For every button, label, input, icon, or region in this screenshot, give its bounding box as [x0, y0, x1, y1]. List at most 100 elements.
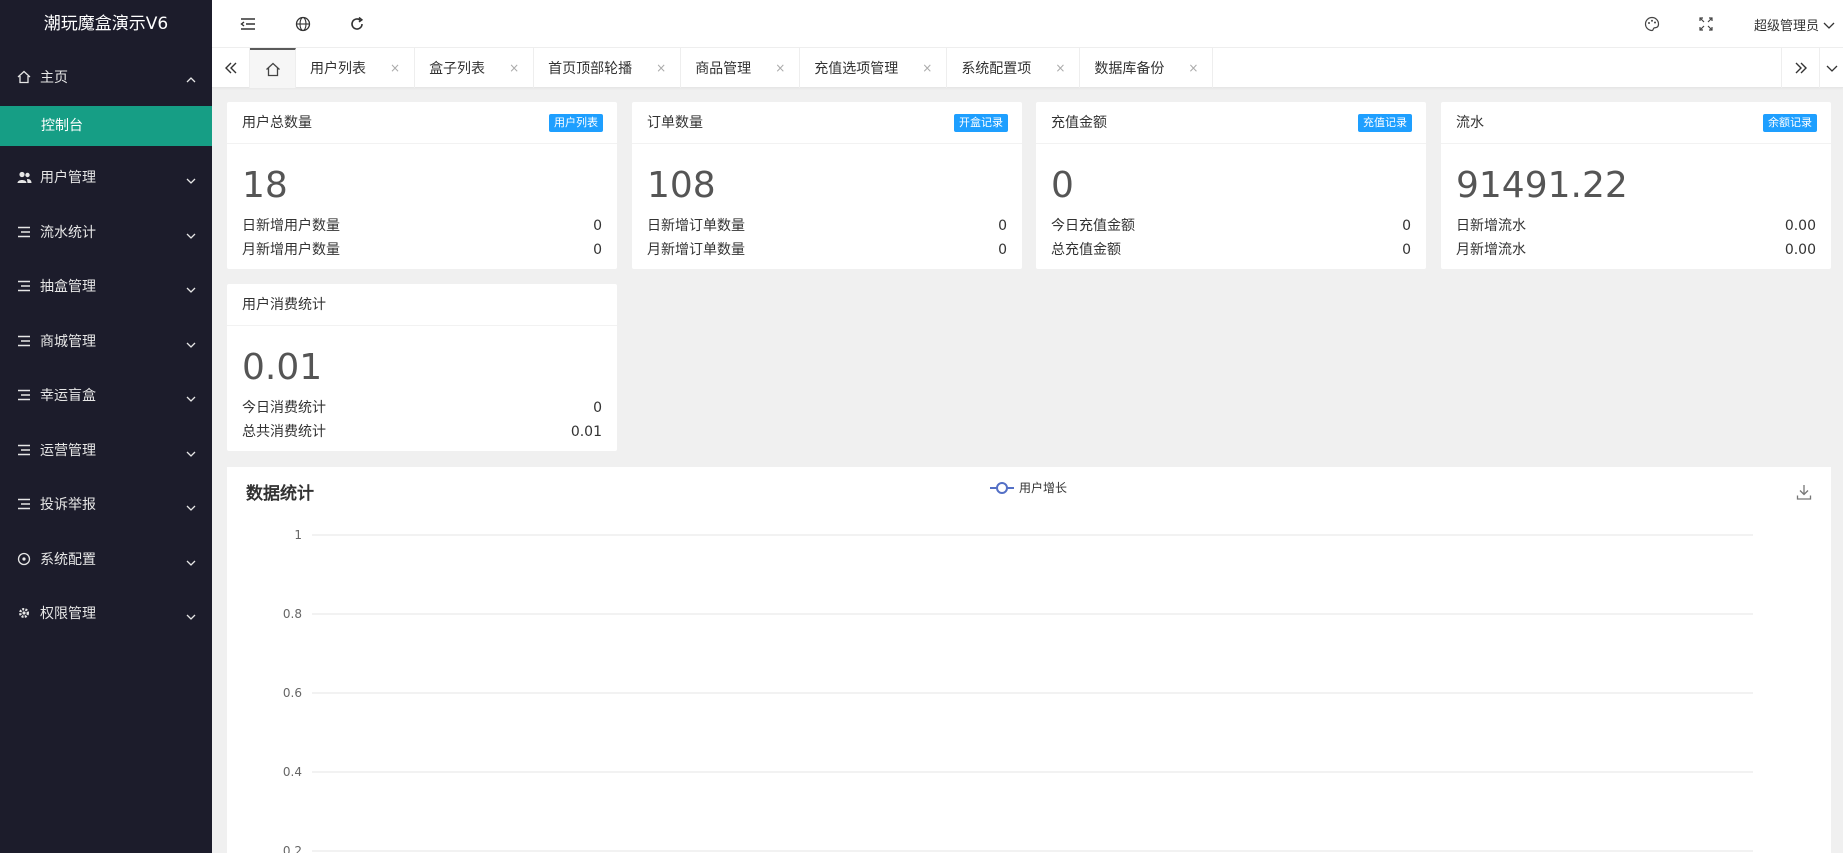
sidebar-item-3[interactable]: 抽盒管理: [0, 259, 212, 314]
sidebar: 潮玩魔盒演示V6 主页 控制台 用户管理流水统计抽盒管理商城管理 幸运盲盒运营管理…: [0, 0, 212, 853]
tab-label: 首页顶部轮播: [548, 61, 633, 77]
card-stat-row: 日新增订单数量 0: [632, 214, 1022, 238]
card-badge-link[interactable]: 用户列表: [549, 114, 603, 132]
stat-card-3: 充值金额 充值记录 0 今日充值金额 0 总充值金额 0: [1036, 102, 1426, 269]
tab-5[interactable]: 充值选项管理 ×: [800, 48, 948, 88]
sidebar-item-label: 权限管理: [40, 606, 96, 623]
theme-palette-icon[interactable]: [1642, 14, 1662, 34]
stat-label: 月新增流水: [1456, 242, 1526, 258]
chevron-down-icon: [186, 178, 196, 185]
stat-card-4: 流水 余额记录 91491.22 日新增流水 0.00 月新增流水 0.00: [1441, 102, 1831, 269]
y-tick-label: 0.8: [283, 607, 302, 621]
close-icon[interactable]: ×: [1188, 61, 1198, 75]
card-badge-link[interactable]: 充值记录: [1358, 114, 1412, 132]
card-header: 流水 余额记录: [1441, 102, 1831, 144]
chevron-down-icon: [186, 233, 196, 239]
sidebar-item-home[interactable]: 主页: [0, 48, 212, 106]
tab-label: 充值选项管理: [814, 61, 899, 77]
gear-icon: [16, 605, 32, 621]
tab-4[interactable]: 商品管理 ×: [681, 48, 801, 88]
tab-2[interactable]: 盒子列表 ×: [415, 48, 535, 88]
close-icon[interactable]: ×: [656, 61, 666, 75]
chevron-down-icon: [186, 287, 196, 294]
chevron-up-icon: [186, 77, 196, 83]
data-stats-panel: 数据统计 用户增长 1 0.8 0.6 0.4 0.2: [227, 467, 1831, 853]
stat-label: 今日充值金额: [1051, 218, 1135, 234]
y-tick-label: 0.6: [283, 686, 302, 700]
y-tick-label: 1: [294, 528, 302, 542]
top-bar: 超级管理员: [212, 0, 1843, 48]
y-tick-label: 0.2: [283, 844, 302, 853]
close-icon[interactable]: ×: [775, 61, 785, 75]
close-icon[interactable]: ×: [1055, 61, 1065, 75]
stat-value: 0: [593, 400, 602, 416]
stat-card-1: 用户总数量 用户列表 18 日新增用户数量 0 月新增用户数量 0: [227, 102, 617, 269]
sidebar-item-4[interactable]: 商城管理: [0, 314, 212, 369]
refresh-icon[interactable]: [347, 14, 367, 34]
list-icon: [16, 278, 32, 294]
sidebar-item-1[interactable]: 用户管理: [0, 150, 212, 205]
chevron-down-icon: [186, 614, 196, 621]
close-icon[interactable]: ×: [922, 61, 932, 75]
card-stat-row: 总共消费统计 0.01: [227, 420, 617, 444]
card-value: 0: [1051, 165, 1074, 206]
card-badge-link[interactable]: 余额记录: [1763, 114, 1817, 132]
sidebar-item-5[interactable]: 幸运盲盒: [0, 368, 212, 423]
tab-label: 用户列表: [310, 61, 366, 77]
sidebar-item-8[interactable]: 系统配置: [0, 532, 212, 587]
tabs-dropdown-icon[interactable]: [1819, 48, 1843, 88]
tab-7[interactable]: 数据库备份 ×: [1080, 48, 1214, 88]
card-header: 用户总数量 用户列表: [227, 102, 617, 144]
sidebar-subitem-console[interactable]: 控制台: [0, 106, 212, 146]
close-icon[interactable]: ×: [509, 61, 519, 75]
card-header: 用户消费统计: [227, 284, 617, 326]
stat-label: 总共消费统计: [242, 424, 326, 440]
admin-menu[interactable]: 超级管理员: [1754, 15, 1835, 34]
sidebar-item-label: 投诉举报: [40, 497, 96, 514]
card-title: 用户消费统计: [242, 297, 326, 313]
card-stat-row: 总充值金额 0: [1036, 238, 1426, 262]
stat-card-2: 订单数量 开盒记录 108 日新增订单数量 0 月新增订单数量 0: [632, 102, 1022, 269]
chevron-down-icon: [186, 451, 196, 457]
fullscreen-icon[interactable]: [1696, 14, 1716, 34]
tab-3[interactable]: 首页顶部轮播 ×: [534, 48, 682, 88]
stat-label: 总充值金额: [1051, 242, 1121, 258]
tab-home[interactable]: [250, 48, 296, 88]
sidebar-item-label: 流水统计: [40, 224, 96, 241]
sidebar-item-7[interactable]: 投诉举报: [0, 477, 212, 532]
stat-value: 0: [593, 242, 602, 258]
close-icon[interactable]: ×: [390, 61, 400, 75]
sidebar-item-label: 抽盒管理: [40, 279, 96, 296]
chevron-down-icon: [186, 342, 196, 348]
home-icon: [265, 62, 280, 76]
card-stat-row: 日新增用户数量 0: [227, 214, 617, 238]
stat-value: 0.00: [1784, 218, 1816, 234]
collapse-menu-icon[interactable]: [238, 14, 258, 34]
sidebar-item-6[interactable]: 运营管理: [0, 423, 212, 478]
sidebar-item-9[interactable]: 权限管理: [0, 586, 212, 641]
card-stat-row: 月新增流水 0.00: [1441, 238, 1831, 262]
tab-1[interactable]: 用户列表 ×: [296, 48, 416, 88]
globe-icon[interactable]: [293, 14, 313, 34]
tab-label: 盒子列表: [429, 61, 486, 77]
stat-value: 0: [1402, 242, 1411, 258]
card-stat-row: 今日消费统计 0: [227, 396, 617, 420]
sidebar-item-label: 系统配置: [40, 551, 96, 568]
stat-card-5: 用户消费统计 0.01 今日消费统计 0 总共消费统计 0.01: [227, 284, 617, 451]
brand-title: 潮玩魔盒演示V6: [43, 14, 169, 34]
tab-label: 数据库备份: [1094, 61, 1165, 77]
tabs-scroll-right-icon[interactable]: [1781, 48, 1819, 88]
tab-6[interactable]: 系统配置项 ×: [947, 48, 1081, 88]
card-title: 流水: [1456, 115, 1484, 131]
stat-value: 0.01: [570, 424, 602, 440]
chevron-down-icon: [1823, 22, 1835, 29]
tabs-scroll-left-icon[interactable]: [212, 48, 250, 88]
card-badge-link[interactable]: 开盒记录: [954, 114, 1008, 132]
sidebar-item-label: 主页: [40, 70, 68, 86]
sidebar-item-2[interactable]: 流水统计: [0, 205, 212, 260]
card-value: 91491.22: [1456, 165, 1628, 206]
tab-label: 系统配置项: [961, 61, 1032, 77]
card-stat-row: 月新增订单数量 0: [632, 238, 1022, 262]
card-header: 充值金额 充值记录: [1036, 102, 1426, 144]
sidebar-item-label: 运营管理: [40, 442, 96, 459]
